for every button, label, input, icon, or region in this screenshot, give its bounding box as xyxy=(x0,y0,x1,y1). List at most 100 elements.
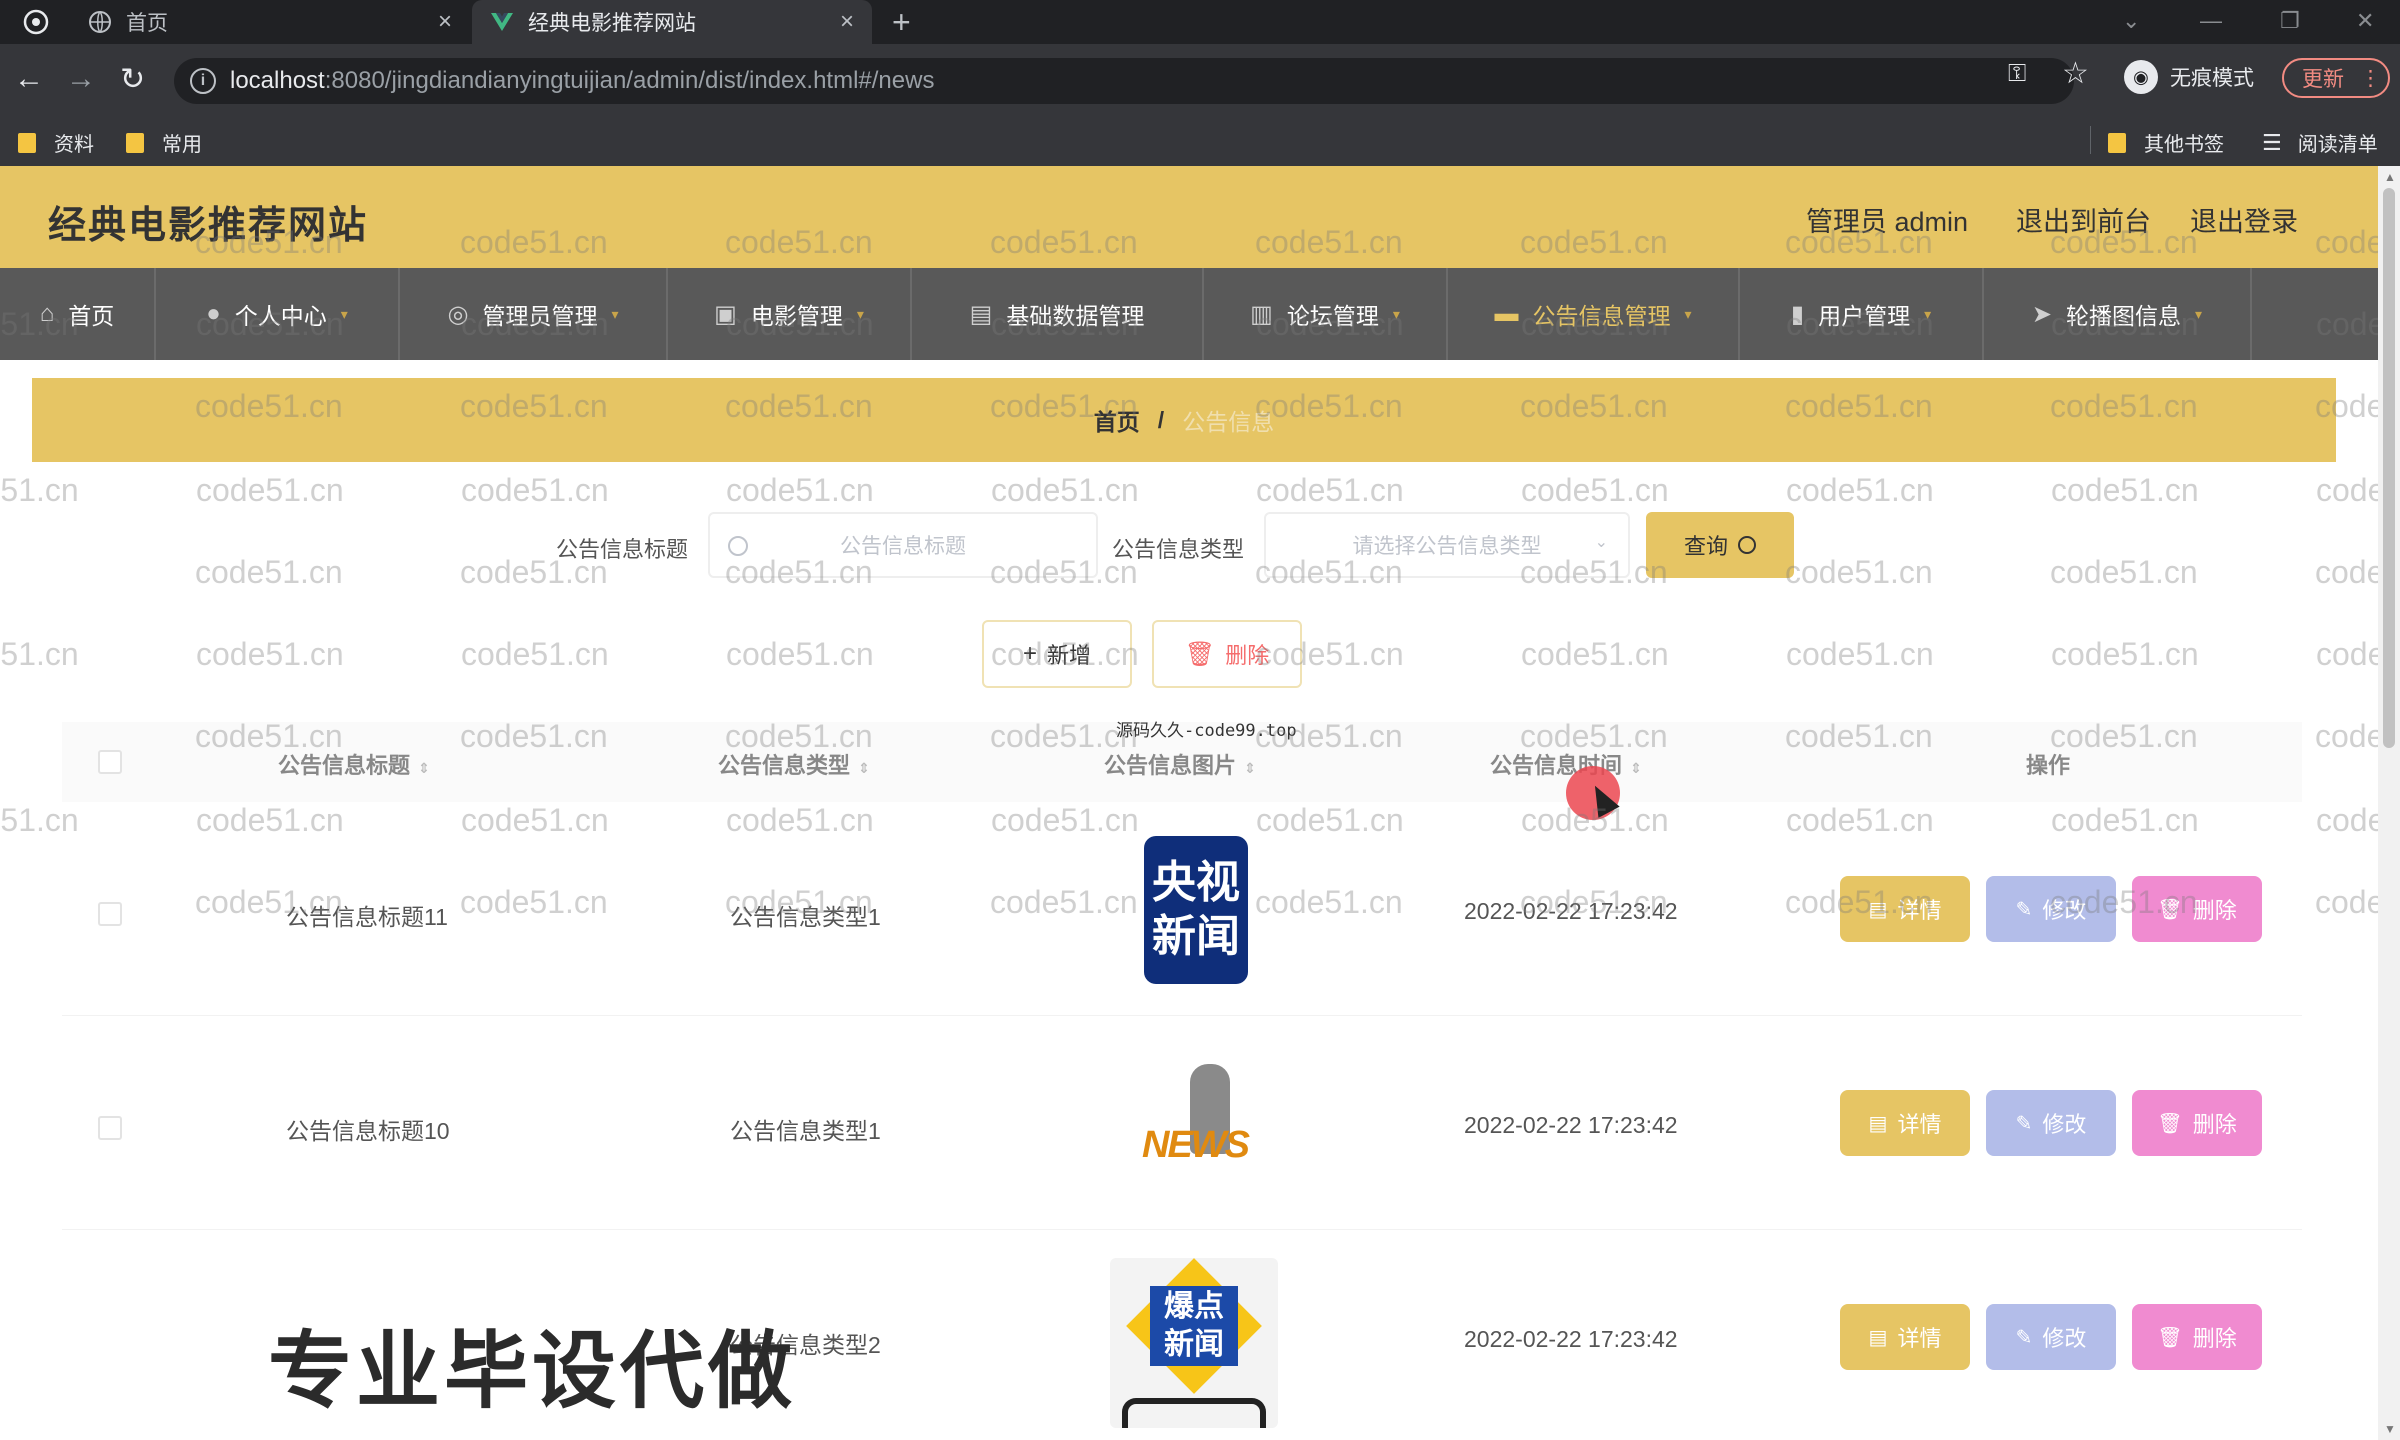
minimize-icon[interactable]: — xyxy=(2200,8,2222,34)
scrollbar-thumb[interactable] xyxy=(2383,188,2395,748)
column-header[interactable]: 公告信息标题 ⇕ xyxy=(278,748,430,780)
menu-item-users[interactable]: ▮ 用户管理 ▾ xyxy=(1740,268,1984,360)
edit-button[interactable]: ✎ 修改 xyxy=(1986,1090,2116,1156)
delete-label: 删除 xyxy=(2192,898,2237,923)
promo-overlay-text: 专业毕设代做 xyxy=(268,1324,797,1418)
batch-delete-button[interactable]: 🗑 删除 xyxy=(1152,620,1302,688)
browser-menu-icon[interactable] xyxy=(22,8,50,36)
close-icon[interactable]: × xyxy=(438,8,452,36)
delete-button[interactable]: 🗑 删除 xyxy=(2132,876,2262,942)
menu-item-movies[interactable]: ▣ 电影管理 ▾ xyxy=(668,268,912,360)
update-button[interactable]: 更新 ⋮ xyxy=(2282,58,2390,98)
edit-button[interactable]: ✎ 修改 xyxy=(1986,876,2116,942)
sort-icon: ⇕ xyxy=(1630,760,1642,776)
key-icon[interactable]: ⚿ xyxy=(2008,60,2026,88)
data-icon: ▤ xyxy=(969,300,993,328)
tab-site[interactable]: 经典电影推荐网站 × xyxy=(472,0,872,44)
source-note: 源码久久-code99.top xyxy=(1116,721,1297,741)
trash-icon: 🗑 xyxy=(2157,1112,2183,1135)
back-icon[interactable]: ← xyxy=(14,62,44,96)
title-placeholder: 公告信息标题 xyxy=(840,535,966,558)
folder-icon xyxy=(2108,132,2126,153)
chevron-down-icon: ▾ xyxy=(2195,305,2203,322)
other-bookmarks[interactable]: 其他书签 xyxy=(2108,128,2224,157)
bookmark-folder[interactable]: 资料 xyxy=(18,128,94,157)
logout-link[interactable]: 退出登录 xyxy=(2190,200,2298,239)
chevron-down-icon: ▾ xyxy=(611,305,619,322)
delete-button[interactable]: 🗑 删除 xyxy=(2132,1304,2262,1370)
url-path: :8080/jingdiandianyingtuijian/admin/dist… xyxy=(324,67,935,94)
reading-list[interactable]: ☰ 阅读清单 xyxy=(2262,128,2378,157)
window-close-icon[interactable]: ✕ xyxy=(2356,8,2374,34)
incognito-indicator[interactable]: ◉ 无痕模式 xyxy=(2124,60,2254,94)
table-row: 公告信息标题11 公告信息类型1 央视新闻 2022-02-22 17:23:4… xyxy=(62,802,2302,1016)
forum-icon: ▥ xyxy=(1250,300,1273,328)
restore-icon[interactable]: ❐ xyxy=(2280,8,2300,34)
delete-label: 删除 xyxy=(2192,1112,2237,1137)
row-checkbox[interactable] xyxy=(98,1116,122,1140)
main-menu: ⌂ 首页 ● 个人中心 ▾ ◎ 管理员管理 ▾ ▣ 电影管理 ▾ ▤ 基础数据管… xyxy=(0,268,2378,360)
scroll-down-icon[interactable]: ▼ xyxy=(2384,1422,2396,1436)
url-host: localhost xyxy=(230,67,325,94)
menu-label: 首页 xyxy=(68,303,115,329)
query-button[interactable]: 查询 xyxy=(1646,512,1794,578)
folder-icon xyxy=(126,132,144,153)
column-header: 操作 xyxy=(2026,753,2071,778)
detail-button[interactable]: ▤ 详情 xyxy=(1840,1304,1970,1370)
new-tab-icon[interactable]: + xyxy=(892,4,911,41)
detail-button[interactable]: ▤ 详情 xyxy=(1840,1090,1970,1156)
forward-icon[interactable]: → xyxy=(66,62,96,96)
tab-home[interactable]: 首页 × xyxy=(70,0,470,44)
address-bar[interactable]: i localhost:8080/jingdiandianyingtuijian… xyxy=(174,58,2074,104)
menu-item-carousel[interactable]: ➤ 轮播图信息 ▾ xyxy=(1984,268,2252,360)
bookmark-star-icon[interactable]: ☆ xyxy=(2062,56,2089,91)
menu-label: 管理员管理 xyxy=(482,303,598,329)
info-icon[interactable]: i xyxy=(190,68,216,94)
tab-search-icon[interactable]: ⌄ xyxy=(2122,8,2140,34)
detail-label: 详情 xyxy=(1897,1112,1942,1137)
bookmark-folder[interactable]: 常用 xyxy=(126,128,202,157)
cctv-news-image[interactable]: 央视新闻 xyxy=(1144,836,1248,984)
column-header[interactable]: 公告信息图片 ⇕ xyxy=(1104,748,1256,780)
delete-button[interactable]: 🗑 删除 xyxy=(2132,1090,2262,1156)
select-all-checkbox[interactable] xyxy=(98,750,122,774)
edit-button[interactable]: ✎ 修改 xyxy=(1986,1304,2116,1370)
send-icon: ➤ xyxy=(2031,300,2053,328)
image-caption: 爆点新闻 xyxy=(1150,1286,1238,1366)
detail-button[interactable]: ▤ 详情 xyxy=(1840,876,1970,942)
news-figure-image[interactable]: NEWS xyxy=(1132,1054,1262,1184)
delete-label: 删除 xyxy=(1225,643,1270,668)
edit-label: 修改 xyxy=(2042,898,2087,923)
scroll-up-icon[interactable]: ▲ xyxy=(2384,170,2396,184)
close-icon[interactable]: × xyxy=(840,8,854,36)
bookmark-label: 阅读清单 xyxy=(2297,134,2378,156)
reload-icon[interactable]: ↻ xyxy=(120,62,145,97)
menu-item-notices[interactable]: ▬ 公告信息管理 ▾ xyxy=(1448,268,1740,360)
header-label: 公告信息类型 xyxy=(718,753,851,778)
burst-news-image[interactable]: 爆点新闻 xyxy=(1110,1258,1278,1428)
column-header[interactable]: 公告信息时间 ⇕ xyxy=(1490,748,1642,780)
sort-icon: ⇕ xyxy=(858,760,870,776)
vue-icon xyxy=(490,10,514,34)
menu-label: 个人中心 xyxy=(234,303,327,329)
trash-icon: 🗑 xyxy=(1184,640,1216,668)
page-scrollbar[interactable]: ▲ ▼ xyxy=(2378,166,2400,1440)
title-search-input[interactable]: 公告信息标题 xyxy=(708,512,1098,578)
menu-item-admins[interactable]: ◎ 管理员管理 ▾ xyxy=(400,268,668,360)
breadcrumb-home[interactable]: 首页 xyxy=(1094,403,1140,437)
type-select[interactable]: 请选择公告信息类型 ⌄ xyxy=(1264,512,1630,578)
breadcrumb: 首页 / 公告信息 xyxy=(32,378,2336,462)
chevron-down-icon: ▾ xyxy=(340,305,348,322)
menu-item-personal[interactable]: ● 个人中心 ▾ xyxy=(156,268,400,360)
menu-item-base-data[interactable]: ▤ 基础数据管理 xyxy=(912,268,1204,360)
page: 经典电影推荐网站 管理员 admin 退出到前台 退出登录 ⌂ 首页 ● 个人中… xyxy=(0,166,2378,1440)
menu-item-home[interactable]: ⌂ 首页 xyxy=(0,268,156,360)
column-header[interactable]: 公告信息类型 ⇕ xyxy=(718,748,870,780)
row-checkbox[interactable] xyxy=(98,902,122,926)
add-button[interactable]: + 新增 xyxy=(982,620,1132,688)
search-icon xyxy=(1738,536,1756,554)
site-title: 经典电影推荐网站 xyxy=(48,205,369,247)
to-front-link[interactable]: 退出到前台 xyxy=(2016,200,2151,239)
incognito-label: 无痕模式 xyxy=(2170,67,2254,90)
menu-item-forum[interactable]: ▥ 论坛管理 ▾ xyxy=(1204,268,1448,360)
